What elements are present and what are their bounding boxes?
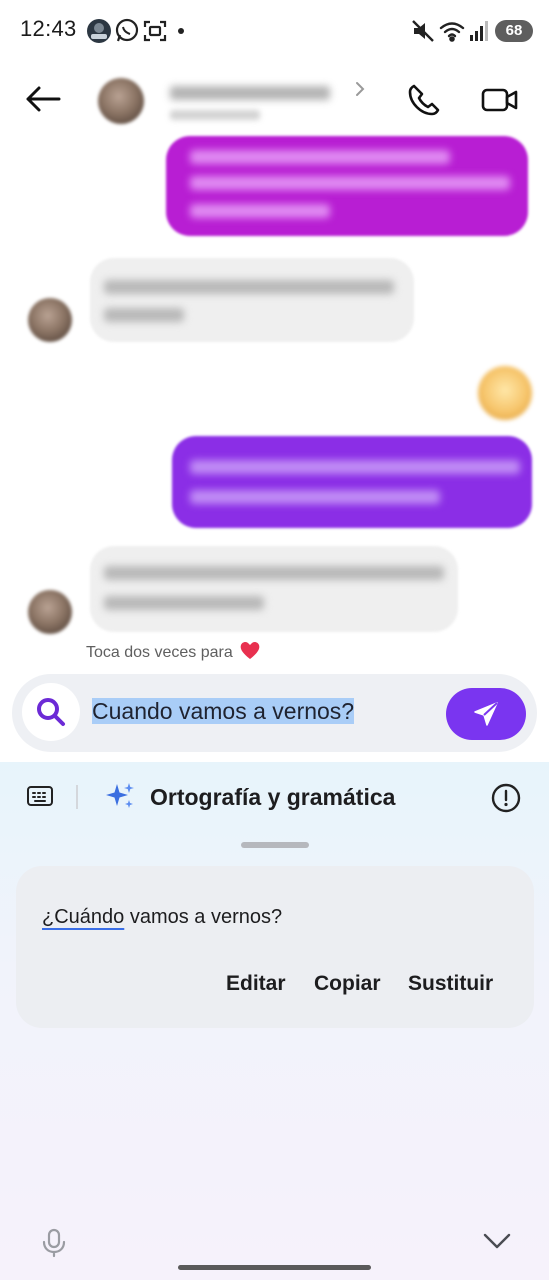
incoming-message-text	[104, 280, 394, 294]
back-arrow-icon	[26, 86, 61, 112]
keyboard-icon	[27, 786, 53, 806]
outgoing-message[interactable]	[172, 436, 532, 528]
double-tap-hint-text: Toca dos veces para	[86, 643, 233, 661]
microphone-icon	[42, 1228, 66, 1258]
incoming-message-text	[104, 308, 184, 322]
incoming-message-text	[104, 566, 444, 580]
home-indicator[interactable]	[178, 1265, 371, 1270]
battery-indicator: 68	[495, 20, 533, 42]
screen-capture-icon	[142, 18, 168, 44]
contact-avatar[interactable]	[98, 78, 144, 124]
contact-subtitle	[170, 110, 260, 120]
toolbar-divider	[76, 785, 78, 809]
copy-button[interactable]: Copiar	[314, 972, 381, 996]
dot-icon	[174, 18, 200, 44]
app-avatar-icon	[86, 18, 112, 44]
panel-title: Ortografía y gramática	[150, 784, 396, 810]
outgoing-message-text	[190, 490, 440, 504]
send-icon	[474, 702, 498, 726]
suggestion-text: ¿Cuándo vamos a vernos?	[42, 906, 282, 929]
heart-icon	[239, 640, 261, 665]
keyboard-toggle[interactable]	[26, 784, 54, 813]
outgoing-message-text	[190, 460, 520, 474]
collapse-keyboard-button[interactable]	[482, 1230, 512, 1257]
phone-icon	[408, 84, 440, 116]
sender-avatar[interactable]	[28, 298, 72, 342]
back-button[interactable]	[18, 74, 68, 124]
info-icon	[491, 783, 521, 813]
search-icon	[37, 698, 65, 726]
incoming-message-text	[104, 596, 264, 610]
outgoing-message-text	[190, 176, 510, 190]
message-input-value: Cuando vamos a vernos?	[92, 698, 355, 724]
whatsapp-icon	[114, 18, 140, 44]
video-call-button[interactable]	[474, 74, 526, 126]
status-time: 12:43	[20, 16, 77, 41]
outgoing-message-text	[190, 204, 330, 218]
wifi-icon	[438, 18, 465, 44]
microphone-button[interactable]	[40, 1228, 68, 1263]
info-button[interactable]	[490, 782, 522, 819]
message-input[interactable]: Cuando vamos a vernos?	[92, 698, 355, 725]
contact-name[interactable]	[170, 86, 330, 100]
chevron-down-icon	[483, 1233, 511, 1249]
outgoing-message-text	[190, 150, 450, 164]
corrected-word: ¿Cuándo	[42, 906, 125, 928]
mute-icon	[410, 18, 436, 44]
edit-button[interactable]: Editar	[226, 972, 286, 996]
drag-handle[interactable]	[241, 842, 309, 848]
incoming-message[interactable]	[90, 546, 458, 632]
reaction-emoji[interactable]	[478, 366, 532, 420]
sparkle-icon	[104, 780, 136, 817]
signal-icon	[468, 18, 494, 44]
incoming-message[interactable]	[90, 258, 414, 342]
video-call-icon	[481, 88, 518, 112]
double-tap-hint: Toca dos veces para	[86, 640, 261, 665]
status-bar: 12:43 68	[0, 0, 549, 62]
send-button[interactable]	[446, 688, 526, 740]
chevron-right-icon	[354, 80, 366, 103]
sender-avatar[interactable]	[28, 590, 72, 634]
chat-header	[0, 62, 549, 140]
replace-button[interactable]: Sustituir	[408, 972, 493, 996]
suggestion-rest: vamos a vernos?	[124, 906, 283, 928]
search-button[interactable]	[22, 683, 80, 741]
voice-call-button[interactable]	[398, 74, 450, 126]
suggestion-card	[16, 866, 534, 1028]
